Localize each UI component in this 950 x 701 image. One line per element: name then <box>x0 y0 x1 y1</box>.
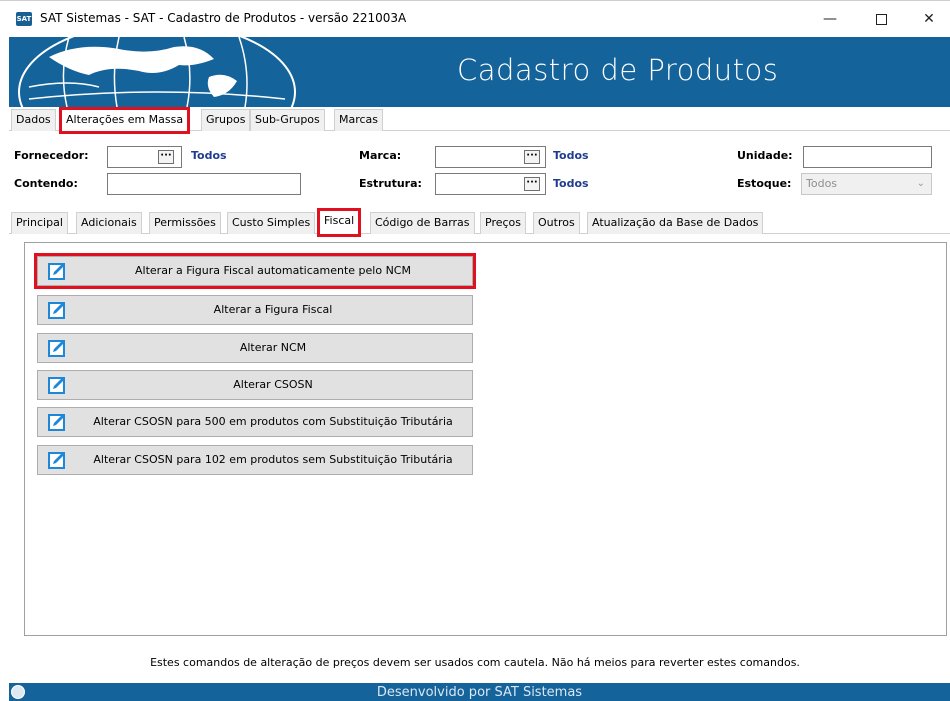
globe-logo-icon <box>18 37 296 107</box>
alterar-csosn-500-button[interactable]: Alterar CSOSN para 500 em produtos com S… <box>37 407 473 437</box>
tab-precos[interactable]: Preços <box>480 212 526 234</box>
estoque-select[interactable]: Todos ⌄ <box>801 173 932 195</box>
tab-fiscal[interactable]: Fiscal <box>316 208 362 237</box>
sub-tabbar: Principal Adicionais Permissões Custo Si… <box>9 208 950 237</box>
edit-icon <box>48 452 65 469</box>
tab-dados[interactable]: Dados <box>11 109 56 131</box>
estrutura-lookup-button[interactable]: ··· <box>524 177 540 191</box>
command-label: Alterar a Figura Fiscal automaticamente … <box>135 264 411 277</box>
fornecedor-label: Fornecedor: <box>14 149 89 162</box>
status-bar: Desenvolvido por SAT Sistemas <box>9 683 950 701</box>
estrutura-field[interactable]: ··· <box>435 173 546 195</box>
edit-icon <box>48 302 65 319</box>
tab-outros[interactable]: Outros <box>533 212 580 234</box>
tab-custo-simples[interactable]: Custo Simples <box>227 212 316 234</box>
command-label: Alterar CSOSN para 500 em produtos com S… <box>93 415 453 428</box>
fiscal-commands-panel: Alterar a Figura Fiscal automaticamente … <box>24 242 947 636</box>
tab-sub-grupos[interactable]: Sub-Grupos <box>250 109 325 131</box>
main-tabbar: Dados Alterações em Massa Grupos Sub-Gru… <box>9 107 950 134</box>
edit-icon <box>48 263 65 280</box>
app-icon: SAT <box>16 12 32 26</box>
estrutura-value: Todos <box>553 177 589 190</box>
alterar-figura-fiscal-button[interactable]: Alterar a Figura Fiscal <box>37 295 473 325</box>
status-text: Desenvolvido por SAT Sistemas <box>376 685 583 700</box>
tab-principal[interactable]: Principal <box>11 212 68 234</box>
alterar-figura-fiscal-ncm-button[interactable]: Alterar a Figura Fiscal automaticamente … <box>34 253 476 289</box>
unidade-input[interactable] <box>803 146 932 168</box>
unidade-label: Unidade: <box>737 149 793 162</box>
edit-icon <box>48 414 65 431</box>
estoque-label: Estoque: <box>737 177 792 190</box>
tab-adicionais[interactable]: Adicionais <box>76 212 142 234</box>
fornecedor-field[interactable]: ··· <box>107 146 182 168</box>
tab-grupos[interactable]: Grupos <box>201 109 251 131</box>
fornecedor-lookup-button[interactable]: ··· <box>158 150 174 164</box>
contendo-label: Contendo: <box>14 177 78 190</box>
window-border <box>0 37 9 701</box>
window-title: SAT Sistemas - SAT - Cadastro de Produto… <box>40 11 407 25</box>
marca-value: Todos <box>553 149 589 162</box>
chevron-down-icon: ⌄ <box>916 178 925 189</box>
banner-title: Cadastro de Produtos <box>457 53 779 87</box>
tab-atualizacao-base-dados[interactable]: Atualização da Base de Dados <box>587 212 764 234</box>
edit-icon <box>48 340 65 357</box>
command-label: Alterar CSOSN para 102 em produtos sem S… <box>93 453 453 466</box>
filter-panel: Fornecedor: ··· Todos Contendo: Marca: ·… <box>9 133 950 205</box>
edit-icon <box>48 377 65 394</box>
alterar-ncm-button[interactable]: Alterar NCM <box>37 333 473 363</box>
command-label: Alterar a Figura Fiscal <box>213 303 333 316</box>
marca-field[interactable]: ··· <box>435 146 546 168</box>
marca-lookup-button[interactable]: ··· <box>524 150 540 164</box>
window-titlebar: SAT SAT Sistemas - SAT - Cadastro de Pro… <box>0 0 950 37</box>
tab-marcas[interactable]: Marcas <box>334 109 384 131</box>
estrutura-label: Estrutura: <box>359 177 422 190</box>
close-button[interactable]: ✕ <box>914 9 944 29</box>
maximize-icon <box>875 13 887 25</box>
alterar-csosn-button[interactable]: Alterar CSOSN <box>37 370 473 400</box>
marca-label: Marca: <box>359 149 402 162</box>
tab-alteracoes-em-massa[interactable]: Alterações em Massa <box>58 107 191 134</box>
estoque-selected-value: Todos <box>806 177 838 190</box>
minimize-button[interactable]: — <box>815 9 845 29</box>
tab-permissoes[interactable]: Permissões <box>149 212 221 234</box>
maximize-button[interactable] <box>866 9 896 29</box>
warning-note: Estes comandos de alteração de preços de… <box>150 656 800 669</box>
fornecedor-value: Todos <box>191 149 227 162</box>
alterar-csosn-102-button[interactable]: Alterar CSOSN para 102 em produtos sem S… <box>37 445 473 475</box>
command-label: Alterar NCM <box>239 341 307 354</box>
tab-codigo-de-barras[interactable]: Código de Barras <box>370 212 475 234</box>
contendo-input[interactable] <box>107 173 301 195</box>
command-label: Alterar CSOSN <box>233 378 313 391</box>
header-banner: Cadastro de Produtos <box>9 37 950 107</box>
